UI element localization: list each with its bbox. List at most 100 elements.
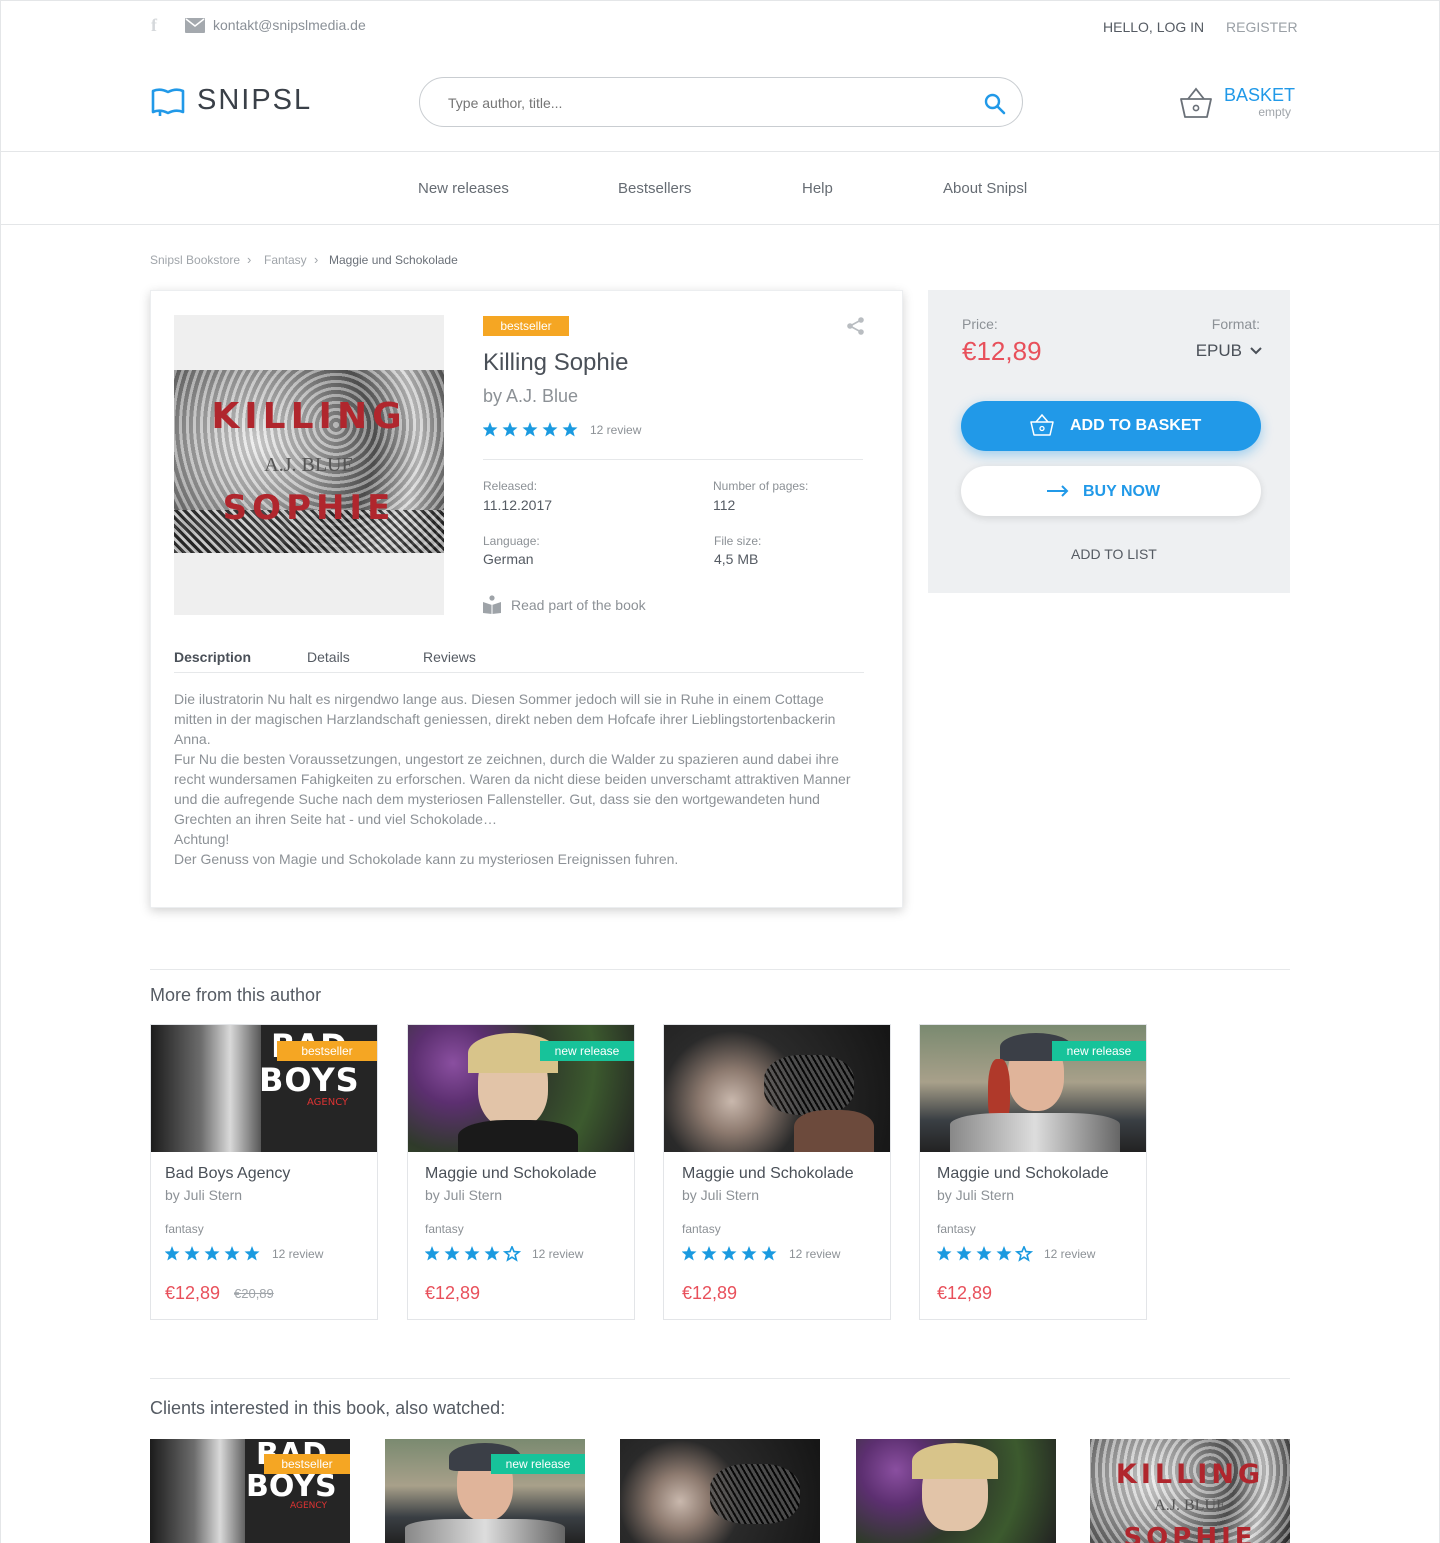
pages-label: Number of pages: — [713, 479, 809, 493]
more-from-author-heading: More from this author — [150, 985, 322, 1005]
book-rating: 12 review — [483, 421, 683, 439]
review-count[interactable]: 12 review — [590, 423, 641, 437]
logo[interactable]: SNIPSL — [151, 84, 311, 120]
watched-cover[interactable] — [856, 1439, 1056, 1543]
format-label: Format: — [1211, 316, 1260, 332]
read-sample-label: Read part of the book — [511, 597, 646, 613]
released-label: Released: — [483, 479, 538, 493]
cover-text-2: BOYS — [259, 1061, 360, 1099]
product-price: €12,89 — [165, 1283, 221, 1303]
star-rating — [483, 422, 578, 437]
format-value: EPUB — [1195, 341, 1242, 360]
format-select[interactable]: EPUB — [1182, 341, 1262, 363]
product-genre: fantasy — [682, 1222, 721, 1236]
breadcrumb-current: Maggie und Schokolade — [329, 253, 458, 267]
cover-author: A.J. BLUE — [264, 454, 354, 476]
book-card: KILLING A.J. BLUE SOPHIE bestseller Kill… — [150, 290, 903, 908]
price-value: €12,89 — [962, 336, 1042, 366]
top-bar: f kontakt@snipslmedia.de HELLO, LOG IN R… — [0, 0, 1440, 52]
product-card[interactable]: Maggie und Schokolade by Juli Stern fant… — [663, 1024, 891, 1320]
cover-text-3: SOPHIE — [1123, 1523, 1257, 1543]
star-rating — [425, 1246, 521, 1262]
reader-book-icon — [483, 595, 501, 614]
search-box[interactable] — [419, 77, 1023, 127]
share-icon[interactable] — [846, 316, 866, 336]
watched-cover[interactable]: KILLING A.J. BLUE SOPHIE — [1090, 1439, 1290, 1543]
nav-about[interactable]: About Snipsl — [943, 180, 1027, 197]
login-link[interactable]: HELLO, LOG IN — [1103, 19, 1204, 35]
basket[interactable]: BASKET empty — [1177, 85, 1295, 121]
product-old-price: €20,89 — [234, 1286, 274, 1301]
description-text: Die ilustratorin Nu halt es nirgendwo la… — [174, 691, 851, 867]
register-link[interactable]: REGISTER — [1226, 19, 1298, 35]
product-price: €12,89 — [937, 1283, 993, 1303]
new-release-badge: new release — [1052, 1041, 1146, 1061]
language-label: Language: — [483, 534, 540, 548]
product-reviews: 12 review — [272, 1247, 324, 1261]
watched-cover[interactable]: new release — [385, 1439, 585, 1543]
product-author: by Juli Stern — [937, 1187, 1015, 1203]
nav-bestsellers[interactable]: Bestsellers — [618, 180, 691, 197]
tab-details[interactable]: Details — [307, 649, 350, 665]
buy-now-label: BUY NOW — [1083, 483, 1161, 500]
product-genre: fantasy — [937, 1222, 976, 1236]
product-title: Maggie und Schokolade — [682, 1165, 854, 1182]
nav-new-releases[interactable]: New releases — [418, 180, 509, 197]
buy-now-button[interactable]: BUY NOW — [961, 466, 1261, 516]
product-price: €12,89 — [682, 1283, 738, 1303]
logo-text: SNIPSL — [197, 84, 313, 116]
product-reviews: 12 review — [1044, 1247, 1096, 1261]
product-price: €12,89 — [425, 1283, 481, 1303]
cover-frame: KILLING A.J. BLUE SOPHIE — [174, 315, 444, 615]
main-nav: New releases Bestsellers Help About Snip… — [0, 151, 1440, 225]
star-rating — [937, 1246, 1033, 1262]
product-card[interactable]: BAD BOYS AGENCY bestseller Bad Boys Agen… — [150, 1024, 378, 1320]
facebook-icon[interactable]: f — [151, 15, 157, 36]
pages-value: 112 — [713, 497, 736, 513]
price-label: Price: — [962, 316, 998, 332]
basket-icon — [1030, 414, 1054, 436]
tab-reviews[interactable]: Reviews — [423, 649, 476, 665]
product-title: Maggie und Schokolade — [425, 1165, 597, 1182]
watched-cover[interactable] — [620, 1439, 820, 1543]
product-reviews: 12 review — [532, 1247, 584, 1261]
contact-email[interactable]: kontakt@snipslmedia.de — [213, 17, 366, 33]
watched-cover[interactable]: BAD BOYS AGENCY bestseller — [150, 1439, 350, 1543]
new-release-badge: new release — [491, 1454, 585, 1474]
breadcrumb-category[interactable]: Fantasy — [264, 253, 307, 267]
nav-help[interactable]: Help — [802, 180, 833, 197]
also-watched-heading: Clients interested in this book, also wa… — [150, 1398, 506, 1418]
bestseller-badge: bestseller — [483, 316, 569, 336]
section-divider — [150, 1378, 1290, 1379]
basket-icon — [1180, 87, 1212, 118]
book-cover[interactable]: KILLING A.J. BLUE SOPHIE — [174, 370, 444, 553]
cover-text-2: A.J. BLUE — [1154, 1497, 1226, 1514]
breadcrumb-home[interactable]: Snipsl Bookstore — [150, 253, 240, 267]
basket-label: BASKET — [1224, 85, 1296, 105]
language-value: German — [483, 551, 534, 567]
book-logo-icon — [151, 88, 185, 116]
bestseller-badge: bestseller — [264, 1454, 350, 1474]
book-author[interactable]: by A.J. Blue — [483, 386, 578, 407]
divider — [483, 459, 863, 460]
product-genre: fantasy — [165, 1222, 204, 1236]
cover-title-bottom: SOPHIE — [222, 488, 396, 528]
search-input[interactable] — [448, 92, 948, 114]
released-value: 11.12.2017 — [483, 497, 553, 513]
add-to-list-link[interactable]: ADD TO LIST — [1071, 546, 1157, 562]
star-rating — [682, 1246, 777, 1261]
tab-description[interactable]: Description — [174, 649, 251, 665]
search-icon[interactable] — [984, 93, 1006, 115]
header: SNIPSL BASKET empty — [0, 51, 1440, 151]
cover-title-top: KILLING — [211, 396, 407, 437]
tabs-divider — [174, 672, 864, 673]
book-title: Killing Sophie — [483, 349, 629, 376]
chevron-right-icon: › — [314, 252, 319, 267]
product-card[interactable]: new release Maggie und Schokolade by Jul… — [919, 1024, 1147, 1320]
mail-icon — [185, 18, 205, 33]
star-rating — [165, 1246, 260, 1261]
product-card[interactable]: new release Maggie und Schokolade by Jul… — [407, 1024, 635, 1320]
read-sample-link[interactable]: Read part of the book — [483, 594, 683, 614]
cover-text-2: BOYS — [246, 1469, 337, 1504]
add-to-basket-button[interactable]: ADD TO BASKET — [961, 401, 1261, 451]
